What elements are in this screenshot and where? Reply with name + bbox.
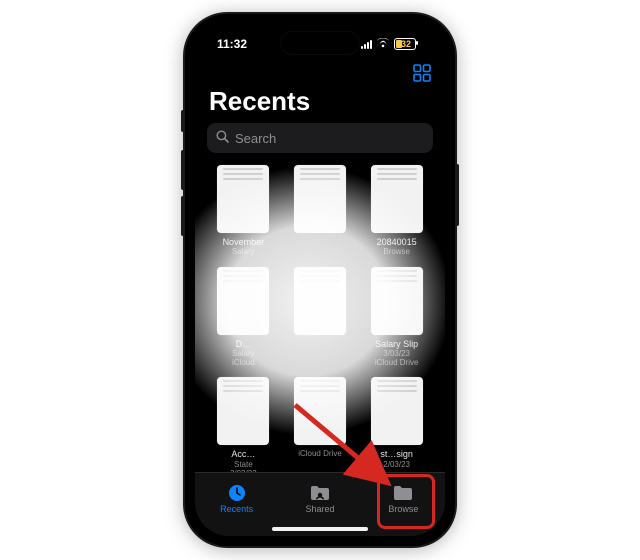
- dynamic-island: [281, 32, 359, 54]
- volume-up-button: [181, 150, 185, 190]
- tab-shared[interactable]: Shared: [278, 478, 361, 521]
- content-area[interactable]: NovemberSalary 20840015Browse D…SalaryiC…: [195, 161, 445, 472]
- file-item[interactable]: 20840015Browse: [364, 165, 429, 257]
- file-item[interactable]: D…SalaryiCloud: [211, 267, 276, 368]
- status-time: 11:32: [217, 37, 247, 51]
- file-item[interactable]: [288, 267, 353, 368]
- power-button: [455, 164, 459, 226]
- file-item[interactable]: Salary Slip3/03/23iCloud Drive: [364, 267, 429, 368]
- file-grid: NovemberSalary 20840015Browse D…SalaryiC…: [195, 161, 445, 472]
- wifi-icon: [376, 37, 390, 51]
- file-item[interactable]: st…sign2/03/23: [364, 377, 429, 472]
- volume-down-button: [181, 196, 185, 236]
- clock-icon: [226, 483, 248, 503]
- view-toggle-button[interactable]: [413, 64, 431, 82]
- file-item[interactable]: iCloud Drive: [288, 377, 353, 472]
- search-placeholder: Search: [235, 131, 276, 146]
- search-icon: [216, 130, 229, 146]
- mute-switch: [181, 110, 185, 132]
- file-item[interactable]: NovemberSalary: [211, 165, 276, 257]
- tab-label: Recents: [220, 504, 253, 514]
- search-field[interactable]: Search: [207, 123, 433, 153]
- shared-folder-icon: [309, 483, 331, 503]
- tab-recents[interactable]: Recents: [195, 478, 278, 521]
- tab-browse[interactable]: Browse: [362, 478, 445, 521]
- file-item[interactable]: [288, 165, 353, 257]
- tab-label: Shared: [305, 504, 334, 514]
- page-title: Recents: [195, 84, 445, 123]
- folder-icon: [392, 483, 414, 503]
- tab-bar: Recents Shared Browse: [195, 472, 445, 536]
- battery-indicator: 32: [394, 38, 427, 50]
- screen: 11:32 32 Recents: [195, 24, 445, 536]
- cellular-signal-icon: [361, 40, 372, 49]
- tab-label: Browse: [388, 504, 418, 514]
- file-item[interactable]: Acc…State3/03/23: [211, 377, 276, 472]
- battery-percent: 32: [401, 39, 411, 49]
- phone-frame: 11:32 32 Recents: [185, 14, 455, 546]
- home-indicator[interactable]: [272, 527, 368, 531]
